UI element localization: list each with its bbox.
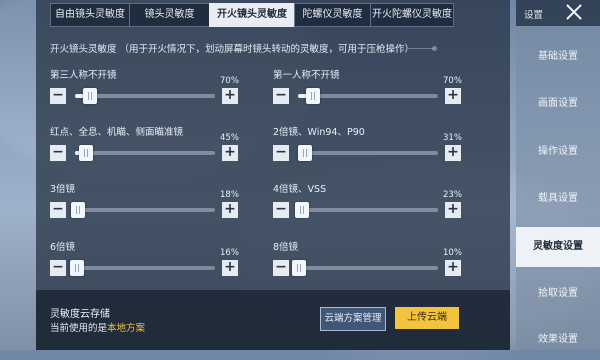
slider-8x-scope: 8倍镜 10% − + [273,239,473,289]
tab-camera[interactable]: 镜头灵敏度 [129,3,210,27]
tab-free-camera[interactable]: 自由镜头灵敏度 [50,3,130,27]
slider-label: 8倍镜 [273,242,299,253]
tab-firing-camera[interactable]: 开火镜头灵敏度 [209,3,295,27]
settings-title: 设置 [524,10,544,21]
decrease-button[interactable]: − [50,145,66,161]
increase-button[interactable]: + [445,260,461,276]
decrease-button[interactable]: − [50,202,66,218]
slider-thumb[interactable] [306,88,321,104]
decrease-button[interactable]: − [50,88,66,104]
increase-button[interactable]: + [445,88,461,104]
increase-button[interactable]: + [222,260,238,276]
slider-value: 70% [220,76,239,86]
slider-thumb[interactable] [70,260,85,276]
slider-label: 红点、全息、机瞄、侧面瞄准镜 [50,127,184,138]
slider-track[interactable] [298,88,438,104]
sensitivity-tabs: 自由镜头灵敏度 镜头灵敏度 开火镜头灵敏度 陀螺仪灵敏度 开火陀螺仪灵敏度 [50,3,508,27]
sidebar-item-vehicle[interactable]: 载具设置 [516,179,600,219]
slider-thumb[interactable] [70,202,85,218]
sidebar-item-effects[interactable]: 效果设置 [516,320,600,360]
slider-value: 31% [443,133,462,143]
decrease-button[interactable]: − [50,260,66,276]
sidebar-item-sensitivity[interactable]: 灵敏度设置 [516,227,600,267]
slider-track[interactable] [75,88,215,104]
sidebar-item-basic[interactable]: 基础设置 [516,37,600,77]
current-scheme-prefix: 当前使用的是 [50,323,108,334]
slider-track[interactable] [70,202,215,218]
sidebar-item-graphics[interactable]: 画面设置 [516,84,600,124]
current-scheme: 当前使用的是本地方案 [50,320,145,334]
slider-track[interactable] [70,260,215,276]
decrease-button[interactable]: − [273,88,289,104]
slider-tpp-no-scope: 第三人称不开镜 70% − + [50,67,250,117]
slider-value: 45% [220,133,239,143]
increase-button[interactable]: + [445,145,461,161]
slider-thumb[interactable] [79,145,94,161]
slider-value: 23% [443,190,462,200]
slider-thumb[interactable] [298,145,312,161]
increase-button[interactable]: + [222,145,238,161]
current-scheme-value: 本地方案 [107,323,146,334]
settings-sidebar: 设置 基础设置 画面设置 操作设置 载具设置 灵敏度设置 拾取设置 效果设置 [516,0,600,350]
slider-fpp-no-scope: 第一人称不开镜 70% − + [273,67,473,117]
slider-label: 第三人称不开镜 [50,70,117,81]
slider-track[interactable] [298,145,438,161]
increase-button[interactable]: + [445,202,461,218]
slider-red-dot: 红点、全息、机瞄、侧面瞄准镜 45% − + [50,124,250,174]
slider-3x-scope: 3倍镜 18% − + [50,181,250,231]
slider-value: 16% [220,248,239,258]
upload-cloud-button[interactable]: 上传云端 [395,307,459,329]
slider-thumb[interactable] [292,260,307,276]
decrease-button[interactable]: − [273,202,289,218]
sidebar-item-pickup[interactable]: 拾取设置 [516,274,600,314]
increase-button[interactable]: + [222,202,238,218]
increase-button[interactable]: + [222,88,238,104]
tab-firing-gyroscope[interactable]: 开火陀螺仪灵敏度 [370,3,454,27]
decrease-button[interactable]: − [273,145,289,161]
description-divider [408,46,437,51]
slider-2x-scope: 2倍镜、Win94、P90 31% − + [273,124,473,174]
sidebar-item-controls[interactable]: 操作设置 [516,132,600,172]
cloud-storage-title: 灵敏度云存储 [50,309,110,320]
slider-track[interactable] [75,145,215,161]
slider-thumb[interactable] [295,202,310,218]
slider-label: 第一人称不开镜 [273,70,340,81]
slider-label: 3倍镜 [50,184,76,195]
close-icon[interactable] [565,3,583,21]
section-description: 开火镜头灵敏度 （用于开火情况下，划动屏幕时镜头转动的灵敏度，可用于压枪操作） [50,44,415,55]
slider-value: 10% [443,248,462,258]
cloud-scheme-manage-button[interactable]: 云端方案管理 [320,307,386,331]
slider-4x-scope: 4倍镜、VSS 23% − + [273,181,473,231]
slider-value: 18% [220,190,239,200]
decrease-button[interactable]: − [273,260,289,276]
slider-6x-scope: 6倍镜 16% − + [50,239,250,289]
sidebar-header: 设置 [516,0,600,26]
slider-track[interactable] [292,260,438,276]
slider-track[interactable] [295,202,438,218]
tab-gyroscope[interactable]: 陀螺仪灵敏度 [294,3,371,27]
slider-thumb[interactable] [83,88,98,104]
cloud-storage-bar: 灵敏度云存储 当前使用的是本地方案 云端方案管理 上传云端 [36,290,510,350]
slider-value: 70% [443,76,462,86]
slider-label: 4倍镜、VSS [273,184,327,195]
slider-label: 2倍镜、Win94、P90 [273,127,365,138]
slider-label: 6倍镜 [50,242,76,253]
